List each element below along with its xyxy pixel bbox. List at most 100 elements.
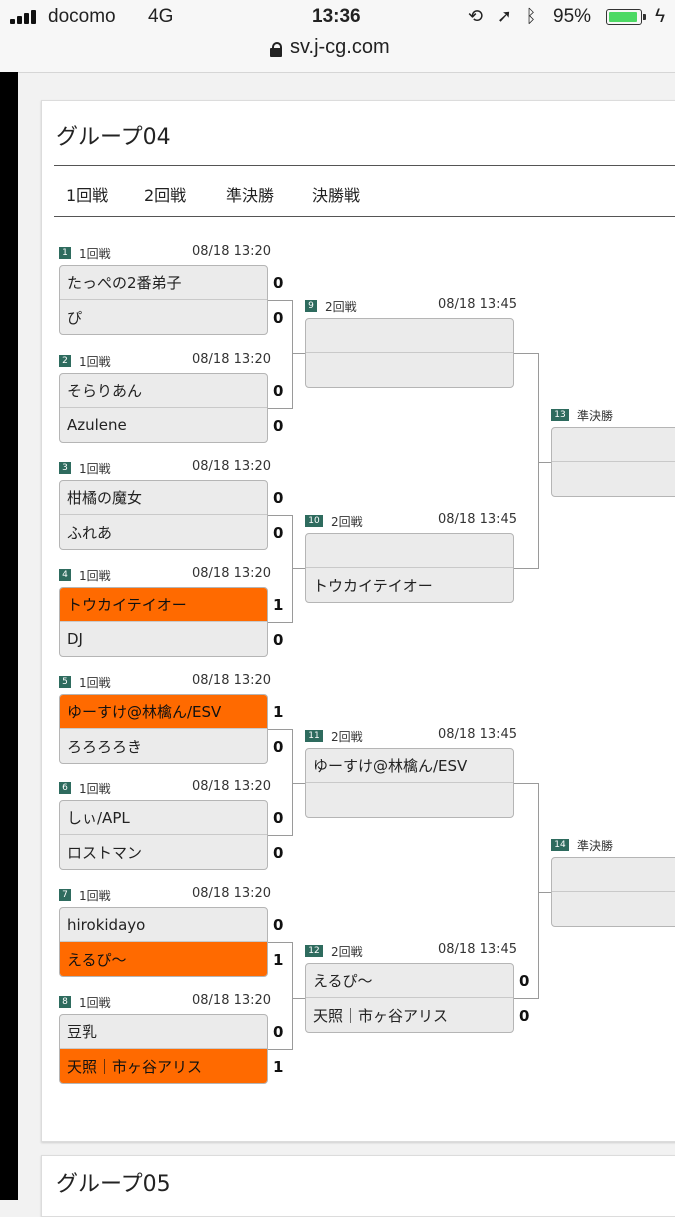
bracket-connector [292, 568, 305, 569]
round-tabs: 1回戦 2回戦 準決勝 決勝戦 [54, 165, 675, 217]
player-score: 0 [273, 309, 284, 327]
player-score: 0 [273, 916, 284, 934]
player-slot[interactable]: えるぴ〜 [60, 942, 267, 976]
player-score: 0 [519, 972, 530, 990]
bracket-connector [268, 729, 292, 730]
match-round-label: 準決勝 [577, 409, 614, 423]
match-box[interactable] [551, 427, 675, 497]
match-number-badge: 13 [551, 409, 569, 421]
lock-icon [270, 42, 282, 57]
bracket-connector [268, 942, 292, 943]
player-score: 0 [519, 1007, 530, 1025]
player-slot[interactable] [306, 353, 513, 387]
match-box[interactable] [305, 318, 514, 388]
bracket-connector [268, 300, 292, 301]
match-round-label: 準決勝 [577, 839, 614, 853]
match-number-badge: 11 [305, 730, 323, 742]
match-box[interactable]: トウカイテイオー [305, 533, 514, 603]
player-slot[interactable]: ぴ [60, 300, 267, 334]
page-edge [0, 72, 18, 1200]
player-slot[interactable]: DJ [60, 622, 267, 656]
match-number-badge: 6 [59, 782, 71, 794]
bracket-connector [514, 783, 538, 784]
player-slot[interactable]: ゆーすけ@林檎ん/ESV [60, 695, 267, 729]
battery-icon [606, 9, 642, 25]
player-score: 0 [273, 738, 284, 756]
bracket-connector [268, 835, 292, 836]
match-box[interactable]: ゆーすけ@林檎ん/ESV ろろろろき [59, 694, 268, 764]
bracket-connector [292, 783, 305, 784]
tab-semifinal[interactable]: 準決勝 [226, 182, 274, 206]
bracket-connector [268, 515, 292, 516]
bracket-connector [514, 568, 538, 569]
match-box[interactable]: しぃ/APL ロストマン [59, 800, 268, 870]
player-slot[interactable]: えるぴ〜 [306, 964, 513, 998]
player-slot[interactable]: 豆乳 [60, 1015, 267, 1049]
tab-final[interactable]: 決勝戦 [312, 182, 360, 206]
player-slot[interactable]: ロストマン [60, 835, 267, 869]
match-number-badge: 9 [305, 300, 317, 312]
location-icon: ➚ [496, 6, 512, 27]
match-time: 08/18 13:20 [192, 244, 272, 259]
match-box[interactable]: たっぺの2番弟子ぴ [59, 265, 268, 335]
player-slot[interactable]: たっぺの2番弟子 [60, 266, 267, 300]
signal-strength-icon [10, 10, 46, 24]
player-slot[interactable]: しぃ/APL [60, 801, 267, 835]
match-number-badge: 8 [59, 996, 71, 1008]
match-time: 08/18 13:20 [192, 673, 272, 688]
player-score: 1 [273, 1058, 284, 1076]
player-score: 1 [273, 951, 284, 969]
player-slot[interactable] [552, 892, 675, 926]
match-box[interactable]: 豆乳 天照｜市ヶ谷アリス [59, 1014, 268, 1084]
bracket-connector [538, 353, 539, 569]
match-number-badge: 10 [305, 515, 323, 527]
match-box[interactable]: ゆーすけ@林檎ん/ESV [305, 748, 514, 818]
match-box[interactable] [551, 857, 675, 927]
player-slot[interactable]: 柑橘の魔女 [60, 481, 267, 515]
player-slot[interactable]: ふれあ [60, 515, 267, 549]
player-slot[interactable]: Azulene [60, 408, 267, 442]
player-slot[interactable] [306, 534, 513, 568]
player-slot[interactable]: トウカイテイオー [60, 588, 267, 622]
player-slot[interactable]: トウカイテイオー [306, 568, 513, 602]
player-slot[interactable]: 天照｜市ヶ谷アリス [60, 1049, 267, 1083]
player-slot[interactable]: hirokidayo [60, 908, 267, 942]
match-round-label: 1回戦 [79, 462, 111, 476]
match-box[interactable]: そらりあん Azulene [59, 373, 268, 443]
group-title: グループ04 [56, 125, 171, 150]
player-score: 1 [273, 703, 284, 721]
player-slot[interactable]: 天照｜市ヶ谷アリス [306, 998, 513, 1032]
player-slot[interactable] [552, 428, 675, 462]
bluetooth-icon: ᛒ [525, 6, 537, 27]
match-round-label: 1回戦 [79, 247, 111, 261]
match-number-badge: 14 [551, 839, 569, 851]
player-slot[interactable] [306, 319, 513, 353]
match-number-badge: 7 [59, 889, 71, 901]
player-slot[interactable] [552, 858, 675, 892]
bracket-connector [292, 515, 293, 623]
player-slot[interactable]: ろろろろき [60, 729, 267, 763]
bracket-connector [268, 408, 292, 409]
status-bar: docomo 4G 13:36 ⟲ ➚ ᛒ 95% ϟ sv.j-cg.com [0, 0, 675, 73]
player-slot[interactable]: そらりあん [60, 374, 267, 408]
match-box[interactable]: 柑橘の魔女 ふれあ [59, 480, 268, 550]
bracket-connector [538, 783, 539, 999]
match-box[interactable]: hirokidayo えるぴ〜 [59, 907, 268, 977]
group-title-next: グループ05 [56, 1172, 171, 1197]
tab-round1[interactable]: 1回戦 [66, 182, 108, 206]
player-score: 0 [273, 524, 284, 542]
tab-round2[interactable]: 2回戦 [144, 182, 186, 206]
player-score: 0 [273, 1023, 284, 1041]
player-slot[interactable]: ゆーすけ@林檎ん/ESV [306, 749, 513, 783]
match-round-label: 2回戦 [325, 300, 357, 314]
clock: 13:36 [312, 6, 361, 27]
player-slot[interactable] [552, 462, 675, 496]
player-score: 0 [273, 631, 284, 649]
group-card-next: グループ05 [41, 1155, 675, 1217]
match-box[interactable]: えるぴ〜 天照｜市ヶ谷アリス [305, 963, 514, 1033]
player-slot[interactable] [306, 783, 513, 817]
match-number-badge: 5 [59, 676, 71, 688]
url-bar[interactable]: sv.j-cg.com [290, 36, 390, 59]
match-box[interactable]: トウカイテイオー DJ [59, 587, 268, 657]
match-time: 08/18 13:20 [192, 352, 272, 367]
